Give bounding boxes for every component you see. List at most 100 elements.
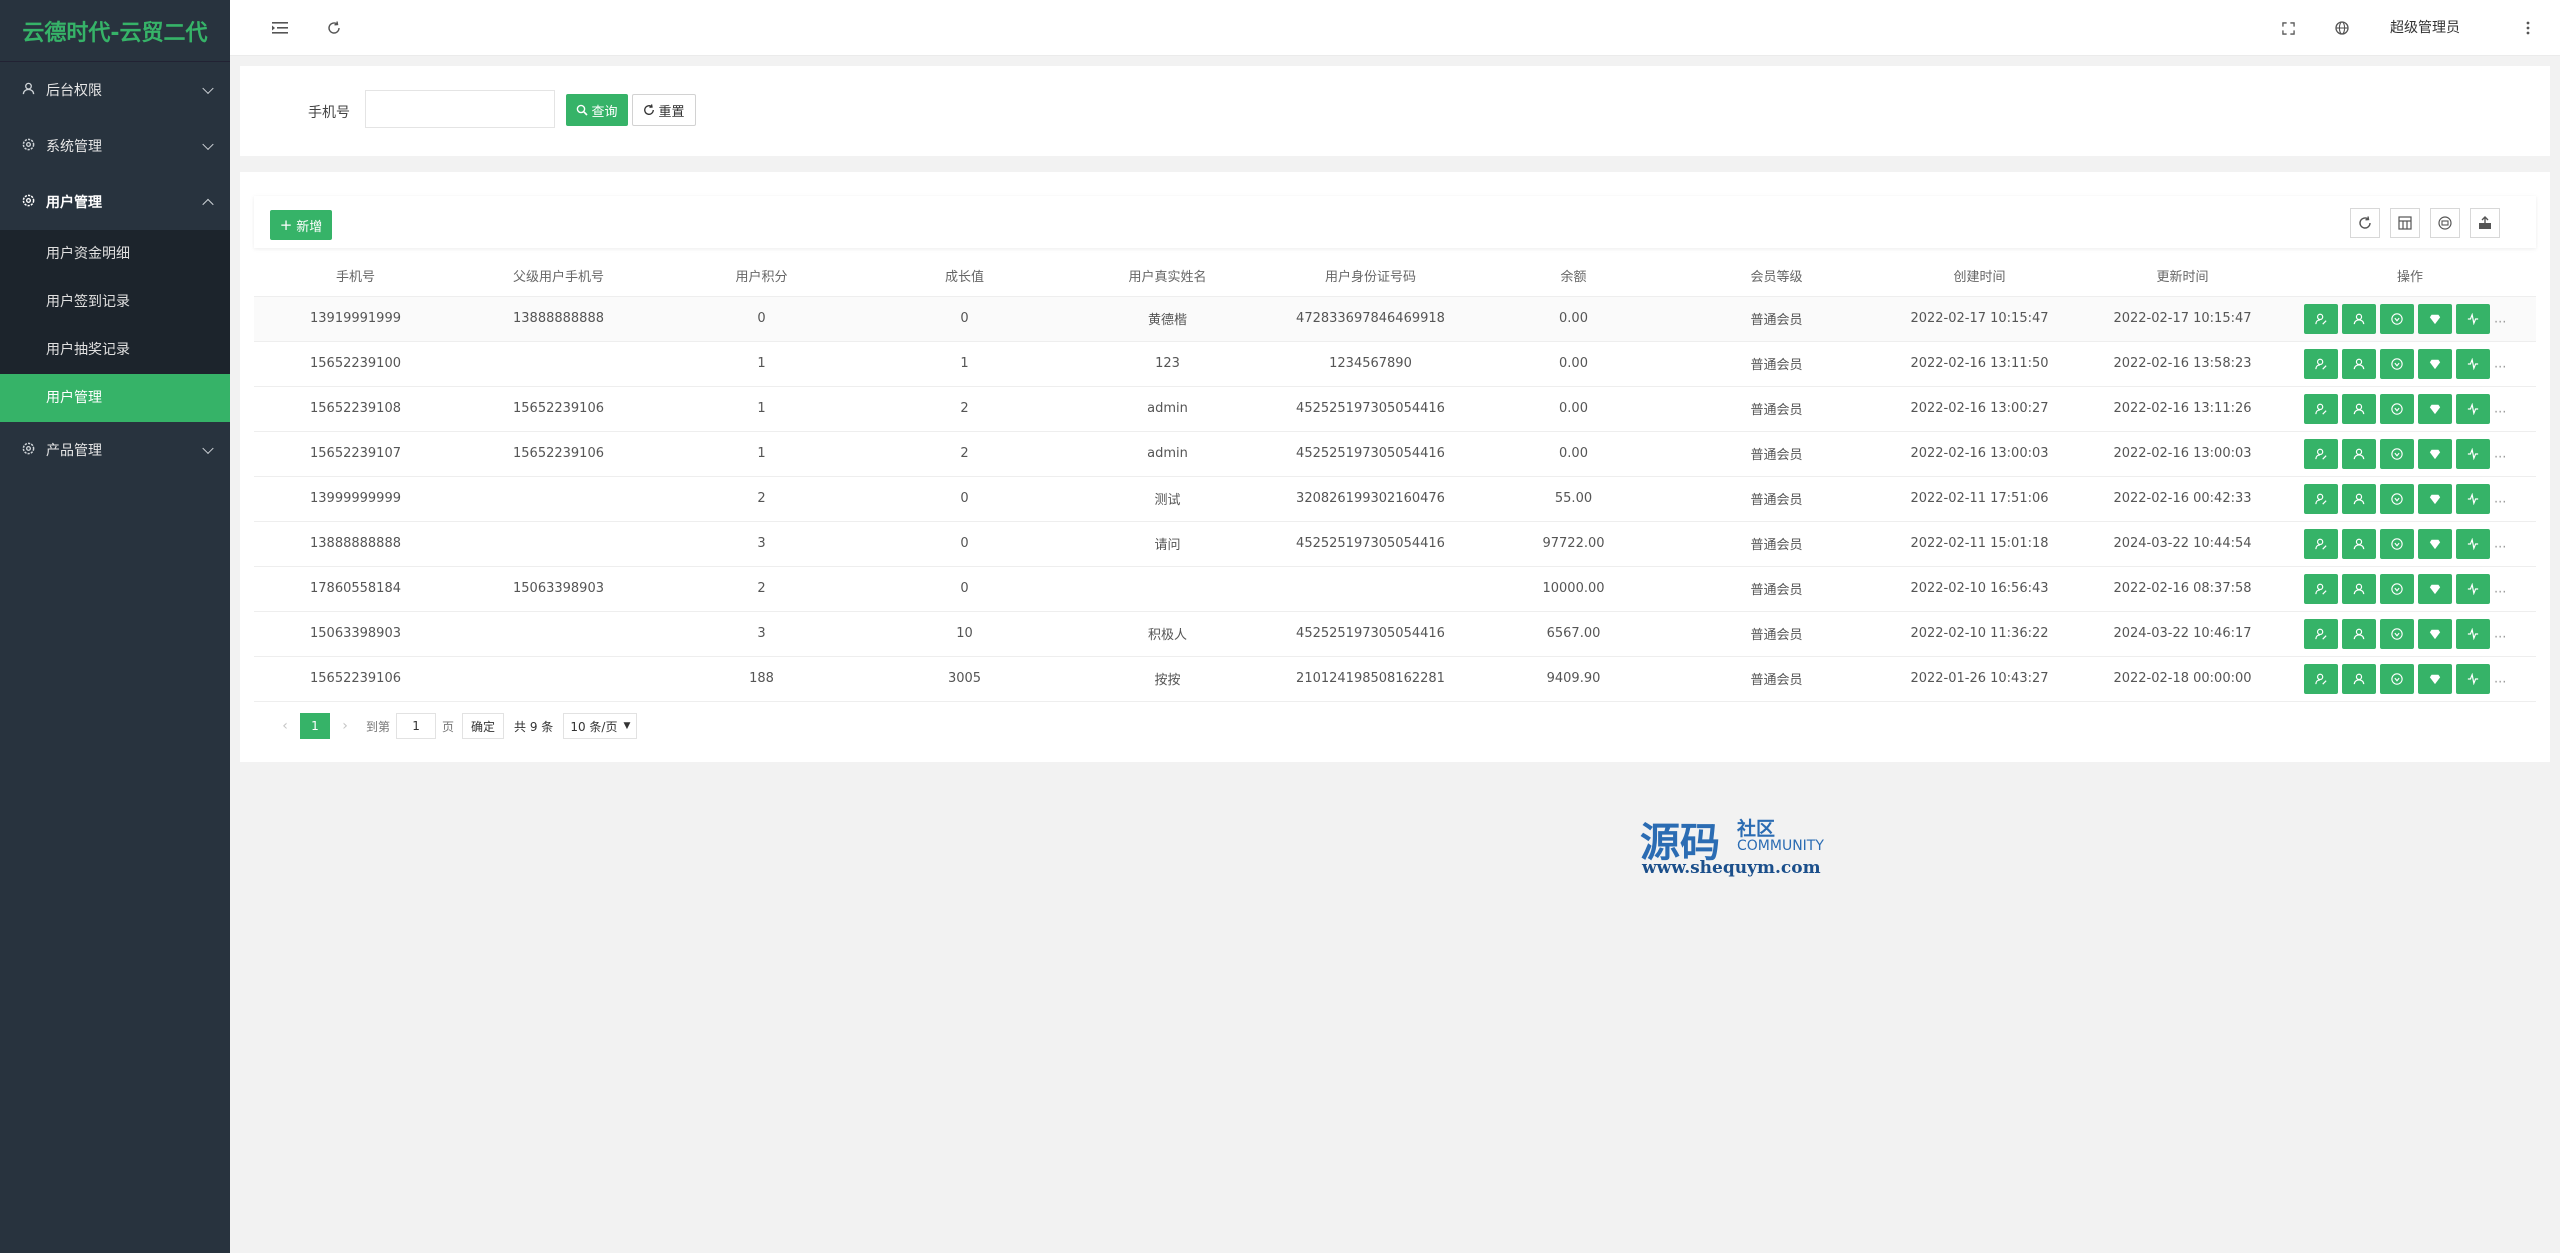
diamond-icon[interactable] (2418, 528, 2452, 559)
table-cell: 2022-02-10 16:56:43 (1878, 566, 2081, 612)
table-row: 15652239108 15652239106 1 2 admin 45252519730… (254, 386, 2536, 432)
user-icon[interactable] (2342, 618, 2376, 649)
goto-page-input[interactable]: 1 (396, 713, 437, 739)
shield-icon[interactable] (2380, 348, 2414, 379)
column-header[interactable]: 用户真实姓名 (1066, 256, 1269, 297)
page-number-current[interactable]: 1 (300, 713, 330, 739)
user-name-menu[interactable]: 超级管理员 (2390, 0, 2460, 56)
shield-icon[interactable] (2380, 618, 2414, 649)
diamond-icon[interactable] (2418, 573, 2452, 604)
sidebar-group-users[interactable]: 用户管理 (0, 174, 230, 230)
activity-icon[interactable] (2456, 573, 2490, 604)
menu-toggle-icon[interactable] (264, 12, 296, 44)
more-actions[interactable]: ... (2494, 536, 2506, 551)
column-header[interactable]: 会员等级 (1675, 256, 1878, 297)
diamond-icon[interactable] (2418, 438, 2452, 469)
table-panel: + 新增 手机号 父级用户手机号 用户积分 成长值 用户真实姓名 用户身份证号码… (240, 172, 2550, 762)
activity-icon[interactable] (2456, 663, 2490, 694)
activity-icon[interactable] (2456, 618, 2490, 649)
activity-icon[interactable] (2456, 483, 2490, 514)
user-icon[interactable] (2342, 573, 2376, 604)
shield-icon[interactable] (2380, 663, 2414, 694)
phone-search-input[interactable] (365, 90, 555, 128)
next-page-icon[interactable]: › (336, 718, 354, 734)
column-header[interactable]: 创建时间 (1878, 256, 2081, 297)
shield-icon[interactable] (2380, 303, 2414, 334)
more-actions[interactable]: ... (2494, 581, 2506, 596)
activity-icon[interactable] (2456, 348, 2490, 379)
user-edit-icon[interactable] (2304, 528, 2338, 559)
user-edit-icon[interactable] (2304, 303, 2338, 334)
user-icon[interactable] (2342, 348, 2376, 379)
user-edit-icon[interactable] (2304, 393, 2338, 424)
user-icon[interactable] (2342, 483, 2376, 514)
shield-icon[interactable] (2380, 393, 2414, 424)
refresh-icon[interactable] (318, 12, 350, 44)
more-actions[interactable]: ... (2494, 401, 2506, 416)
diamond-icon[interactable] (2418, 618, 2452, 649)
activity-icon[interactable] (2456, 438, 2490, 469)
user-edit-icon[interactable] (2304, 573, 2338, 604)
sidebar-group-permissions[interactable]: 后台权限 (0, 62, 230, 118)
user-icon[interactable] (2342, 528, 2376, 559)
goto-confirm-button[interactable]: 确定 (462, 713, 505, 739)
user-icon[interactable] (2342, 393, 2376, 424)
diamond-icon[interactable] (2418, 663, 2452, 694)
reset-button[interactable]: 重置 (632, 94, 696, 126)
sidebar-item-user-management[interactable]: 用户管理 (0, 374, 230, 422)
column-header[interactable]: 余额 (1472, 256, 1675, 297)
prev-page-icon[interactable]: ‹ (276, 718, 294, 734)
more-actions[interactable]: ... (2494, 491, 2506, 506)
table-cell: 97722.00 (1472, 521, 1675, 567)
table-refresh-icon[interactable] (2350, 208, 2380, 238)
export-icon[interactable] (2470, 208, 2500, 238)
fullscreen-icon[interactable] (2272, 12, 2304, 44)
column-filter-icon[interactable] (2390, 208, 2420, 238)
column-header[interactable]: 用户积分 (660, 256, 863, 297)
sidebar-item-lottery-records[interactable]: 用户抽奖记录 (0, 326, 230, 374)
table-cell: 1 (660, 386, 863, 432)
diamond-icon[interactable] (2418, 303, 2452, 334)
more-actions[interactable]: ... (2494, 356, 2506, 371)
sidebar-group-system[interactable]: 系统管理 (0, 118, 230, 174)
sidebar-item-checkin-records[interactable]: 用户签到记录 (0, 278, 230, 326)
user-edit-icon[interactable] (2304, 663, 2338, 694)
column-header[interactable]: 更新时间 (2081, 256, 2284, 297)
user-edit-icon[interactable] (2304, 483, 2338, 514)
shield-icon[interactable] (2380, 483, 2414, 514)
add-button[interactable]: + 新增 (270, 210, 332, 240)
more-vertical-icon[interactable] (2512, 12, 2544, 44)
more-actions[interactable]: ... (2494, 671, 2506, 686)
page-size-select[interactable]: 10 条/页 ▼ (563, 713, 638, 739)
diamond-icon[interactable] (2418, 483, 2452, 514)
shield-icon[interactable] (2380, 528, 2414, 559)
column-header[interactable]: 父级用户手机号 (457, 256, 660, 297)
more-actions[interactable]: ... (2494, 446, 2506, 461)
column-header[interactable]: 用户身份证号码 (1269, 256, 1472, 297)
sidebar-group-products[interactable]: 产品管理 (0, 422, 230, 478)
table-cell: 17860558184 (254, 566, 457, 612)
shield-icon[interactable] (2380, 438, 2414, 469)
globe-icon[interactable] (2326, 12, 2358, 44)
sidebar-item-fund-details[interactable]: 用户资金明细 (0, 230, 230, 278)
user-icon[interactable] (2342, 663, 2376, 694)
user-icon[interactable] (2342, 438, 2376, 469)
activity-icon[interactable] (2456, 528, 2490, 559)
user-edit-icon[interactable] (2304, 348, 2338, 379)
more-actions[interactable]: ... (2494, 626, 2506, 641)
user-edit-icon[interactable] (2304, 438, 2338, 469)
table-cell: 2 (660, 566, 863, 612)
print-icon[interactable] (2430, 208, 2460, 238)
activity-icon[interactable] (2456, 393, 2490, 424)
user-icon[interactable] (2342, 303, 2376, 334)
shield-icon[interactable] (2380, 573, 2414, 604)
table-cell: 2024-03-22 10:46:17 (2081, 611, 2284, 657)
query-button[interactable]: 查询 (566, 94, 628, 126)
diamond-icon[interactable] (2418, 348, 2452, 379)
more-actions[interactable]: ... (2494, 311, 2506, 326)
user-edit-icon[interactable] (2304, 618, 2338, 649)
activity-icon[interactable] (2456, 303, 2490, 334)
column-header[interactable]: 成长值 (863, 256, 1066, 297)
column-header[interactable]: 手机号 (254, 256, 457, 297)
diamond-icon[interactable] (2418, 393, 2452, 424)
